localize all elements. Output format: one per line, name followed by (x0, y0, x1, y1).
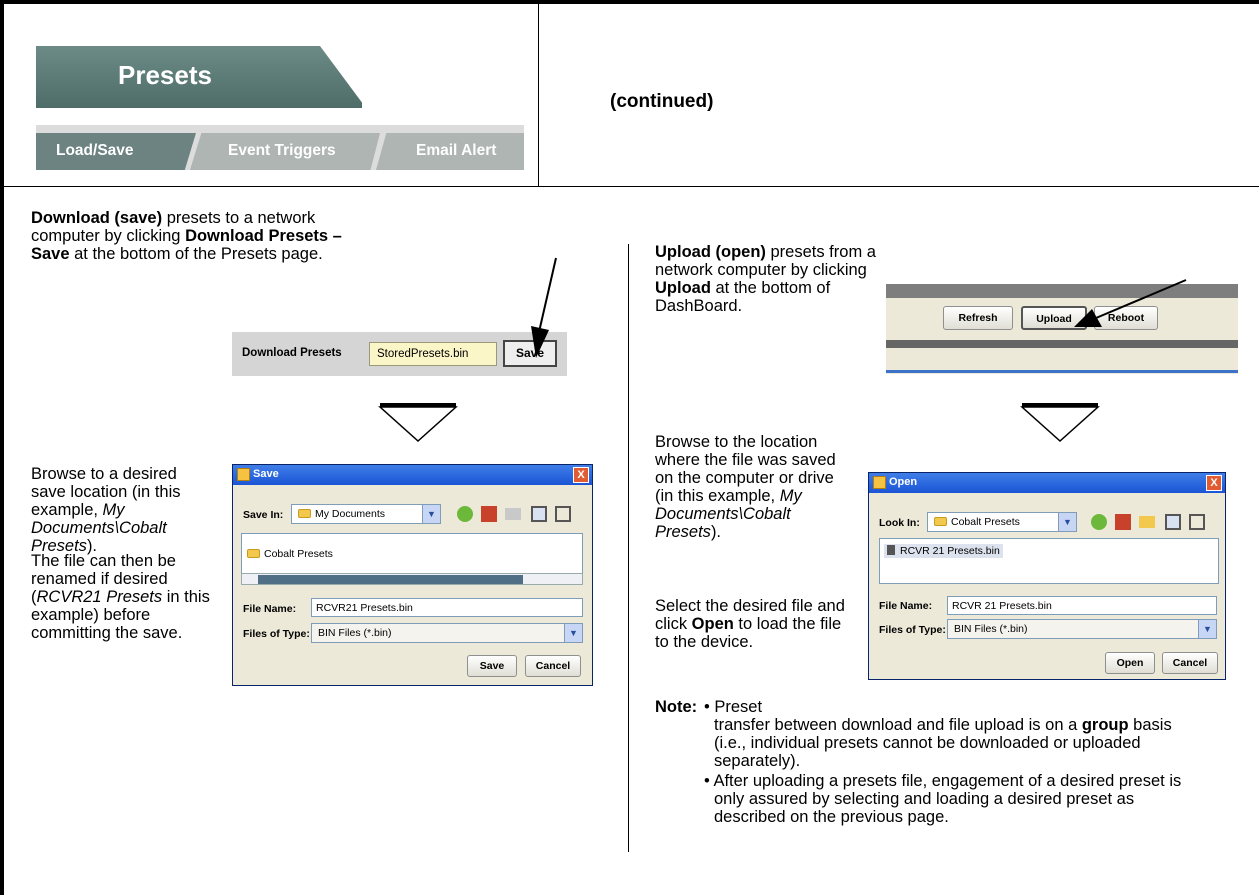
file-type-value: BIN Files (*.bin) (318, 627, 392, 639)
scrollbar-thumb[interactable] (258, 575, 523, 584)
file-type-label: Files of Type: (879, 624, 946, 636)
file-item-rcvr21[interactable]: RCVR 21 Presets.bin (884, 544, 1003, 558)
toolbar-mid-strip (886, 340, 1238, 348)
download-presets-label: Download Presets (242, 347, 342, 359)
open-button[interactable]: Open (1105, 652, 1155, 674)
toolbar-bottom-strip (886, 370, 1238, 373)
right-para-upload: Upload (open) presets from a network com… (655, 243, 876, 315)
file-type-value: BIN Files (*.bin) (954, 623, 1028, 635)
right-para-browse: Browse to the location where the file wa… (655, 433, 836, 541)
note-2: • After uploading a presets file, engage… (704, 772, 1182, 826)
tab-event-triggers[interactable]: Event Triggers (190, 133, 380, 170)
presets-title: Presets (118, 60, 212, 90)
home-icon[interactable] (1115, 514, 1131, 530)
chevron-down-icon[interactable]: ▼ (1058, 513, 1076, 531)
look-in-value: Cobalt Presets (951, 516, 1020, 528)
folder-icon (934, 517, 947, 526)
open-dialog-titlebar: Open X (869, 473, 1225, 493)
down-arrow-right-icon (1020, 403, 1100, 443)
save-in-value: My Documents (315, 508, 386, 520)
file-name-field[interactable]: RCVR21 Presets.bin (311, 598, 583, 617)
save-dialog: Save X Save In: My Documents ▼ Cobalt Pr… (232, 464, 593, 686)
column-divider (628, 244, 629, 852)
note-1-body: transfer between download and file uploa… (714, 716, 1172, 770)
left-para-rename: The file can then be renamed if desired … (31, 552, 210, 642)
save-dialog-title: Save (253, 468, 279, 480)
folder-icon (298, 509, 311, 518)
open-dialog: Open X Look In: Cobalt Presets ▼ RCVR 21… (868, 472, 1226, 680)
header-split (538, 4, 539, 186)
cancel-button[interactable]: Cancel (525, 655, 581, 677)
save-in-label: Save In: (243, 509, 284, 521)
up-folder-icon[interactable] (457, 506, 473, 522)
list-view-icon[interactable] (531, 506, 547, 522)
look-in-combo[interactable]: Cobalt Presets ▼ (927, 512, 1077, 532)
look-in-label: Look In: (879, 517, 920, 529)
cancel-button[interactable]: Cancel (1162, 652, 1218, 674)
continued-heading: (continued) (610, 91, 714, 112)
close-icon[interactable]: X (573, 467, 589, 483)
arrow-to-upload-icon (1074, 279, 1187, 327)
tab-email-alert[interactable]: Email Alert (376, 133, 524, 170)
file-name-label: File Name: (879, 600, 933, 612)
note-label: Note: (655, 698, 698, 716)
close-icon[interactable]: X (1206, 475, 1222, 491)
file-name-field[interactable]: RCVR 21 Presets.bin (947, 596, 1217, 615)
folder-item-label: Cobalt Presets (264, 548, 333, 560)
right-para-select: Select the desired file and click Open t… (655, 597, 845, 651)
chevron-down-icon[interactable]: ▼ (422, 505, 440, 523)
left-para-browse: Browse to a desired save location (in th… (31, 465, 181, 555)
download-filename-field[interactable]: StoredPresets.bin (369, 342, 497, 366)
open-dialog-title: Open (889, 476, 918, 488)
file-type-combo[interactable]: BIN Files (*.bin) ▼ (947, 619, 1217, 639)
header-divider (0, 186, 1259, 187)
chevron-down-icon[interactable]: ▼ (564, 624, 582, 642)
file-type-combo[interactable]: BIN Files (*.bin) ▼ (311, 623, 583, 643)
left-para-download: Download (save) presets to a network com… (31, 209, 342, 263)
horizontal-scrollbar[interactable] (241, 573, 583, 585)
open-file-list[interactable]: RCVR 21 Presets.bin (879, 538, 1219, 584)
new-folder-icon[interactable] (1139, 516, 1155, 528)
save-button[interactable]: Save (467, 655, 517, 677)
save-dialog-titlebar: Save X (233, 465, 592, 485)
new-folder-icon[interactable] (505, 508, 521, 520)
down-arrow-left-icon (378, 403, 458, 443)
file-icon (887, 545, 895, 555)
up-folder-icon[interactable] (1091, 514, 1107, 530)
details-view-icon[interactable] (555, 506, 571, 522)
file-type-label: Files of Type: (243, 628, 310, 640)
list-view-icon[interactable] (1165, 514, 1181, 530)
home-icon[interactable] (481, 506, 497, 522)
details-view-icon[interactable] (1189, 514, 1205, 530)
chevron-down-icon[interactable]: ▼ (1198, 620, 1216, 638)
arrow-to-save-icon (531, 257, 557, 358)
folder-item-cobalt-presets[interactable]: Cobalt Presets (247, 548, 333, 560)
save-in-combo[interactable]: My Documents ▼ (291, 504, 441, 524)
java-cup-icon (873, 476, 886, 489)
file-item-label: RCVR 21 Presets.bin (900, 545, 1000, 557)
java-cup-icon (237, 468, 250, 481)
note-1-lead: • Preset (704, 698, 763, 716)
file-name-label: File Name: (243, 603, 297, 615)
tab-load-save[interactable]: Load/Save (36, 133, 196, 170)
folder-icon (247, 549, 260, 558)
refresh-button[interactable]: Refresh (943, 306, 1013, 330)
